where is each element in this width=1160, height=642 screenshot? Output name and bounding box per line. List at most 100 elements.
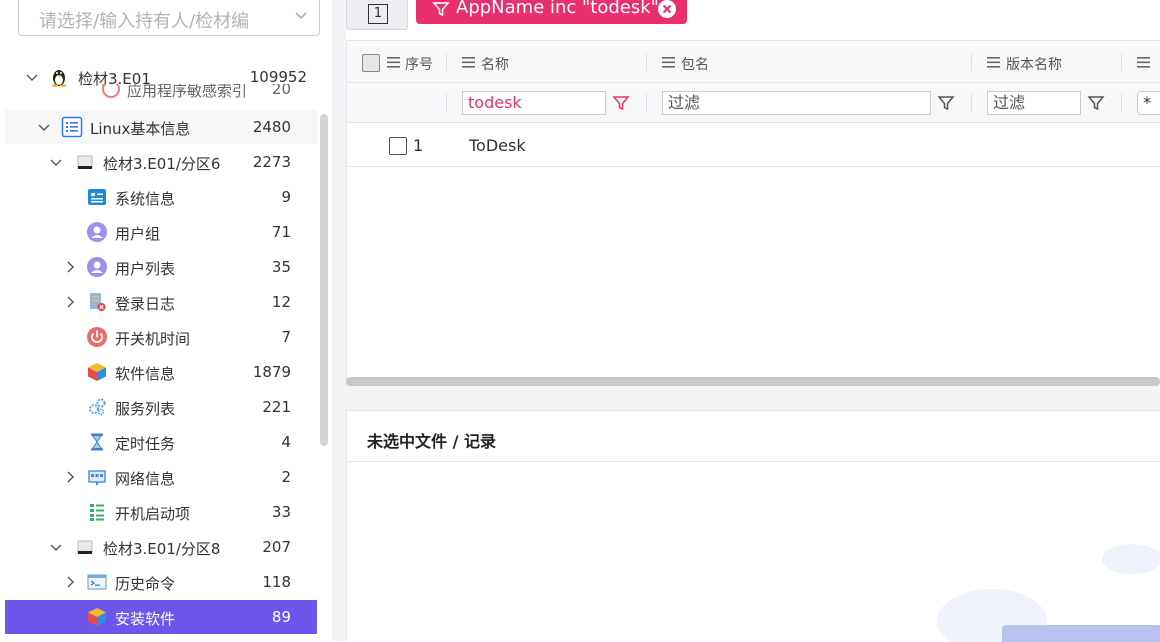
tree-item-count: 207 (262, 538, 291, 556)
tree-item-startup-items[interactable]: 开机启动项 33 (5, 495, 317, 529)
tree-item-count: 2273 (252, 153, 291, 171)
version-filter-input[interactable]: 过滤 (987, 91, 1081, 115)
tree-item-count: 118 (262, 573, 291, 591)
tree-item-software-info[interactable]: 软件信息 1879 (5, 355, 317, 389)
tree-item-label: 应用程序敏感索引 (127, 84, 248, 100)
tree-item-label: 安装软件 (115, 610, 176, 628)
tree-item-label: 开机启动项 (115, 505, 191, 523)
detail-panel-title: 未选中文件 / 记录 (367, 432, 496, 451)
tree-item-count: 35 (271, 258, 291, 276)
column-menu-icon[interactable] (462, 57, 475, 68)
tree-item-count: 2 (281, 468, 291, 486)
remove-filter-icon[interactable] (657, 0, 677, 19)
column-divider[interactable] (446, 53, 447, 71)
column-divider[interactable] (646, 53, 647, 71)
column-menu-icon[interactable] (387, 57, 400, 68)
column-divider (446, 94, 447, 112)
terminal-icon (87, 574, 107, 590)
page-number-button[interactable]: 1 (346, 0, 408, 30)
tree-item-count: 2480 (252, 118, 291, 136)
tree-item-count: 221 (262, 398, 291, 416)
column-header-package[interactable]: 包名 (681, 54, 709, 74)
filter-icon[interactable] (937, 94, 955, 112)
tree-item-partition-6[interactable]: 检材3.E01/分区6 2273 (5, 145, 317, 179)
next-column-filter-select[interactable]: * (1137, 91, 1160, 115)
chevron-right-icon[interactable] (63, 295, 77, 309)
tree-item-label: 定时任务 (115, 435, 176, 453)
tree-item-label: 历史命令 (115, 575, 176, 593)
system-info-icon (88, 189, 106, 205)
tree-item-power-time[interactable]: 开关机时间 7 (5, 320, 317, 354)
chevron-right-icon[interactable] (63, 260, 77, 274)
column-header-version-name[interactable]: 版本名称 (1006, 54, 1062, 74)
filter-chip-text: AppName inc "todesk" (456, 0, 659, 18)
tree-item-partition-8[interactable]: 检材3.E01/分区8 207 (5, 530, 317, 564)
detail-panel: 未选中文件 / 记录 (346, 410, 1160, 642)
tree-item-scheduled-task[interactable]: 定时任务 4 (5, 425, 317, 459)
login-log-icon (90, 293, 106, 311)
left-sidebar: 请选择/输入持有人/检材编 检材3.E01 109952 应用程序敏感索引 20… (0, 0, 332, 641)
package-filter-input[interactable]: 过滤 (662, 91, 931, 115)
grid-horizontal-scrollbar[interactable] (346, 377, 1160, 386)
row-name-cell: ToDesk (469, 136, 526, 155)
tree-item-system-info[interactable]: 系统信息 9 (5, 180, 317, 214)
chevron-right-icon[interactable] (63, 575, 77, 589)
tree-item-partial[interactable]: 应用程序敏感索引 20 (5, 84, 317, 102)
column-divider[interactable] (1121, 53, 1122, 71)
column-header-index[interactable]: 序号 (405, 54, 433, 74)
startup-icon (90, 503, 104, 521)
tree-item-count: 1879 (252, 363, 291, 381)
tree-item-service-list[interactable]: 服务列表 221 (5, 390, 317, 424)
name-filter-input[interactable]: todesk (462, 91, 606, 115)
column-divider (646, 94, 647, 112)
column-divider (1121, 94, 1122, 112)
column-divider[interactable] (971, 53, 972, 71)
column-menu-icon[interactable] (1137, 57, 1150, 68)
tree-item-count: 7 (281, 328, 291, 346)
select-all-checkbox[interactable] (362, 54, 380, 72)
table-row[interactable]: 1 ToDesk (347, 123, 1160, 167)
column-menu-icon[interactable] (987, 57, 1000, 68)
tree-item-label: 系统信息 (115, 190, 176, 208)
divider (347, 461, 1160, 462)
tree-item-login-log[interactable]: 登录日志 12 (5, 285, 317, 319)
chevron-down-icon[interactable] (25, 70, 39, 84)
tree-item-user-list[interactable]: 用户列表 35 (5, 250, 317, 284)
column-menu-icon[interactable] (662, 57, 675, 68)
data-grid: 序号 名称 包名 版本名称 todesk 过滤 过滤 * 1 ToDesk (346, 40, 1160, 386)
tree-item-count: 71 (271, 223, 291, 241)
tree-item-count: 89 (271, 608, 291, 626)
chevron-down-icon (295, 12, 307, 20)
tree-item-label: 服务列表 (115, 400, 176, 418)
user-icon (87, 257, 107, 277)
grid-filter-row: todesk 过滤 过滤 * (347, 83, 1160, 123)
chevron-down-icon[interactable] (49, 155, 63, 169)
splitter[interactable] (332, 0, 346, 641)
chevron-down-icon[interactable] (49, 540, 63, 554)
column-header-name[interactable]: 名称 (481, 54, 509, 74)
software-cube-icon (88, 363, 106, 381)
tree-item-count: 33 (271, 503, 291, 521)
filter-icon[interactable] (1087, 94, 1105, 112)
row-index: 1 (413, 136, 424, 155)
tree-item-network-info[interactable]: 网络信息 2 (5, 460, 317, 494)
tree-item-label: Linux基本信息 (90, 120, 191, 138)
tree-item-label: 用户组 (115, 225, 161, 243)
list-icon (61, 116, 83, 138)
tree-item-user-group[interactable]: 用户组 71 (5, 215, 317, 249)
tree-scrollbar[interactable] (320, 114, 328, 446)
disk-icon (77, 155, 93, 169)
filter-active-icon[interactable] (612, 94, 630, 112)
filter-funnel-icon (432, 2, 450, 17)
chevron-down-icon[interactable] (37, 120, 51, 134)
tree-item-installed-software[interactable]: 安装软件 89 (5, 600, 317, 634)
tree-item-count: 4 (281, 433, 291, 451)
tree-item-history-commands[interactable]: 历史命令 118 (5, 565, 317, 599)
chevron-right-icon[interactable] (63, 470, 77, 484)
user-group-icon (87, 222, 107, 242)
tree-item-count: 9 (281, 188, 291, 206)
tree-item-linux-basic-info[interactable]: Linux基本信息 2480 (5, 110, 317, 144)
filter-chip[interactable]: AppName inc "todesk" (416, 0, 687, 24)
row-checkbox[interactable] (389, 137, 407, 155)
holder-select[interactable]: 请选择/输入持有人/检材编 (18, 0, 320, 36)
